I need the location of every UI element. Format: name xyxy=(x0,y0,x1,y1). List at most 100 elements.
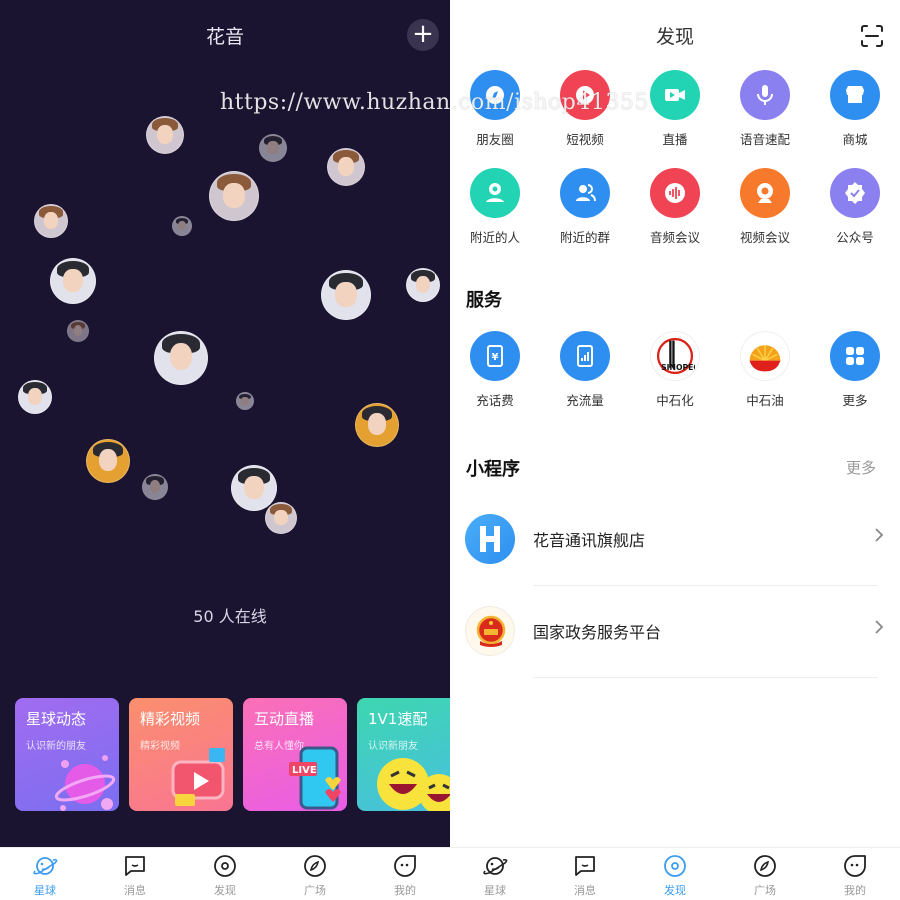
square-compass-icon xyxy=(754,855,776,877)
grid-item-label: 视频会议 xyxy=(739,230,790,245)
online-count: 50 人在线 xyxy=(193,607,267,626)
user-avatar[interactable] xyxy=(355,403,399,447)
scan-icon[interactable] xyxy=(860,24,884,48)
services-grid: ¥ 充话费 充流量 SINOPEC 中石化 中石油 更多 xyxy=(450,331,900,409)
mini-program-name: 国家政务服务平台 xyxy=(533,623,662,642)
tab-label: 发现 xyxy=(664,884,686,897)
grid-item-label: 音频会议 xyxy=(649,230,700,245)
grid-item[interactable]: 音频会议 xyxy=(630,168,720,246)
huayin-logo-icon xyxy=(465,514,515,564)
tab-square-compass[interactable]: 广场 xyxy=(720,848,810,900)
page-title: 发现 xyxy=(655,26,694,48)
store-icon xyxy=(830,70,880,120)
grid-item[interactable]: SINOPEC 中石化 xyxy=(630,331,720,409)
user-avatar[interactable] xyxy=(146,116,184,154)
user-avatar[interactable] xyxy=(50,258,96,304)
phone-bill-icon: ¥ xyxy=(470,331,520,381)
video-illustration-icon xyxy=(171,748,225,806)
grid-item[interactable]: 附近的人 xyxy=(450,168,540,246)
grid-item[interactable]: 视频会议 xyxy=(720,168,810,246)
card-1v1-match[interactable]: 1V1速配 认识新朋友 xyxy=(357,698,450,811)
divider xyxy=(533,677,878,678)
user-avatar[interactable] xyxy=(231,465,277,511)
feature-cards: 星球动态 认识新的朋友 精彩视频 精彩视频 互动直播 总有人懂你 LIVE 1V… xyxy=(15,698,450,811)
grid-item[interactable]: 语音速配 xyxy=(720,70,810,148)
tab-label: 广场 xyxy=(304,884,326,897)
grid-item[interactable]: 充流量 xyxy=(540,331,630,409)
tab-discover[interactable]: 发现 xyxy=(630,848,720,900)
message-icon xyxy=(575,856,595,876)
video-camera-icon xyxy=(650,70,700,120)
user-avatar[interactable] xyxy=(172,216,192,236)
tab-message[interactable]: 消息 xyxy=(90,848,180,900)
card-title: 精彩视频 xyxy=(140,710,201,728)
discover-icon xyxy=(664,855,686,877)
tab-label: 广场 xyxy=(754,884,776,897)
discover-screen: 发现 朋友圈 短视频 直播 语音速配 商城 附近的人 附近的群 音频会议 视频会… xyxy=(450,0,900,900)
grid-item[interactable]: 中石油 xyxy=(720,331,810,409)
grid-item-label: 充话费 xyxy=(476,393,514,408)
tab-planet[interactable]: 星球 xyxy=(0,848,90,900)
user-avatar[interactable] xyxy=(142,474,168,500)
audio-wave-icon xyxy=(650,168,700,218)
planet-illustration-icon xyxy=(54,755,116,811)
tab-discover[interactable]: 发现 xyxy=(180,848,270,900)
tab-label: 我的 xyxy=(394,884,416,897)
national-emblem-icon xyxy=(465,606,515,656)
tab-message[interactable]: 消息 xyxy=(540,848,630,900)
user-avatar[interactable] xyxy=(18,380,52,414)
grid-item[interactable]: 附近的群 xyxy=(540,168,630,246)
tab-profile-face[interactable]: 我的 xyxy=(360,848,450,900)
user-avatar[interactable] xyxy=(67,320,89,342)
mini-programs-heading: 小程序 xyxy=(466,459,520,480)
mini-program-item[interactable]: 国家政务服务平台 xyxy=(450,586,900,678)
grid-item[interactable]: 更多 xyxy=(810,331,900,409)
tab-profile-face[interactable]: 我的 xyxy=(810,848,900,900)
grid-item-label: 附近的人 xyxy=(469,230,520,245)
profile-face-icon xyxy=(394,855,416,877)
user-avatar[interactable] xyxy=(406,268,440,302)
grid-item-label: 朋友圈 xyxy=(476,132,514,147)
grid-item-label: 附近的群 xyxy=(559,230,610,245)
grid-item[interactable]: 商城 xyxy=(810,70,900,148)
message-icon xyxy=(125,856,145,876)
tab-label: 发现 xyxy=(214,884,236,897)
user-avatar[interactable] xyxy=(321,270,371,320)
card-live[interactable]: 互动直播 总有人懂你 LIVE xyxy=(243,698,347,811)
page-title: 花音 xyxy=(205,26,244,48)
tab-label: 消息 xyxy=(574,884,596,897)
watermark-text: https://www.huzhan.com/ishop41355 xyxy=(220,90,649,115)
user-avatar[interactable] xyxy=(265,502,297,534)
user-avatar[interactable] xyxy=(259,134,287,162)
grid-item-label: 公众号 xyxy=(836,230,874,245)
user-avatar[interactable] xyxy=(209,171,259,221)
user-avatar[interactable] xyxy=(86,439,130,483)
card-subtitle: 认识新朋友 xyxy=(368,741,418,752)
live-badge: LIVE xyxy=(292,765,317,776)
grid-item[interactable]: ¥ 充话费 xyxy=(450,331,540,409)
microphone-icon xyxy=(740,70,790,120)
grid-item[interactable]: 公众号 xyxy=(810,168,900,246)
card-title: 星球动态 xyxy=(26,710,87,728)
card-videos[interactable]: 精彩视频 精彩视频 xyxy=(129,698,233,811)
webcam-icon xyxy=(740,168,790,218)
tab-planet[interactable]: 星球 xyxy=(450,848,540,900)
data-traffic-icon xyxy=(560,331,610,381)
svg-text:¥: ¥ xyxy=(492,352,499,363)
user-avatar[interactable] xyxy=(34,204,68,238)
user-avatar[interactable] xyxy=(236,392,254,410)
discover-icon xyxy=(214,855,236,877)
user-avatar[interactable] xyxy=(327,148,365,186)
mini-program-item[interactable]: 花音通讯旗舰店 xyxy=(450,494,900,586)
chevron-right-icon xyxy=(875,528,884,542)
location-person-icon xyxy=(470,168,520,218)
add-button[interactable]: + xyxy=(407,19,439,51)
tab-label: 我的 xyxy=(844,884,866,897)
card-planet-feed[interactable]: 星球动态 认识新的朋友 xyxy=(15,698,119,811)
sinopec-logo-icon: SINOPEC xyxy=(650,331,700,381)
mini-programs-more-link[interactable]: 更多 xyxy=(846,457,876,478)
user-avatar[interactable] xyxy=(154,331,208,385)
petrochina-logo-icon xyxy=(740,331,790,381)
grid-item-label: 语音速配 xyxy=(739,132,790,147)
tab-square-compass[interactable]: 广场 xyxy=(270,848,360,900)
